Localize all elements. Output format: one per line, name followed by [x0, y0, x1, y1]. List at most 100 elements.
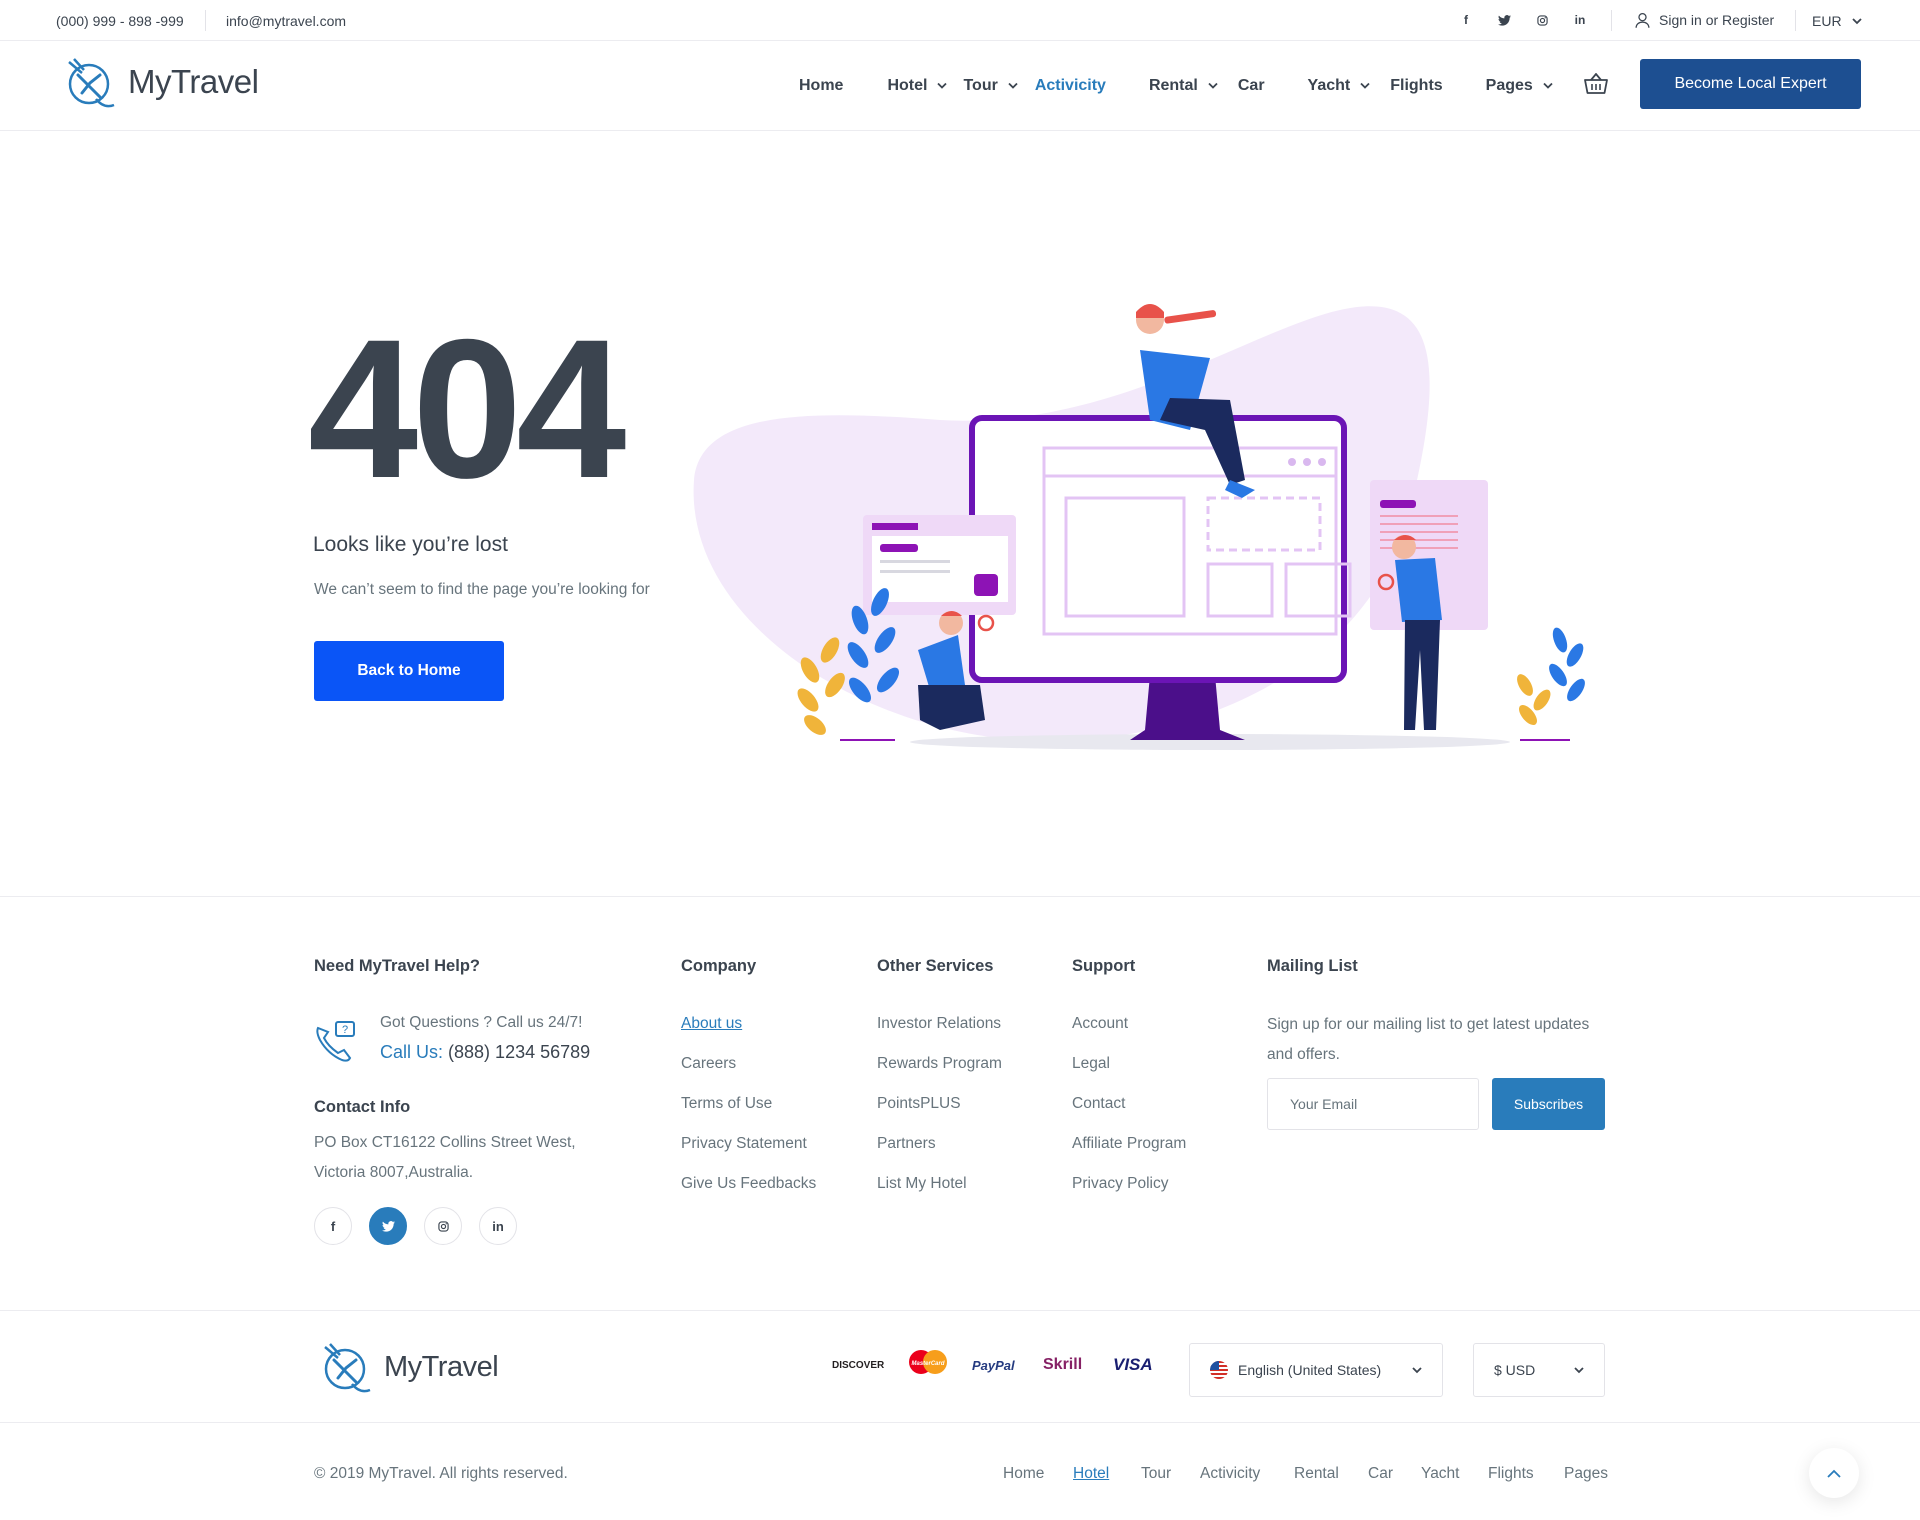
scroll-to-top-button[interactable] — [1809, 1448, 1859, 1498]
logo[interactable]: MyTravel — [60, 53, 259, 111]
topbar-socials: f in — [1458, 11, 1588, 29]
bottom-nav-flights[interactable]: Flights — [1488, 1465, 1534, 1483]
bottom-nav-activicity[interactable]: Activicity — [1200, 1465, 1260, 1483]
email-field[interactable] — [1267, 1078, 1479, 1130]
other-services-title: Other Services — [877, 957, 994, 975]
linkedin-icon[interactable]: in — [479, 1207, 517, 1245]
contact-info-title: Contact Info — [314, 1098, 411, 1116]
bottom-nav-yacht[interactable]: Yacht — [1421, 1465, 1460, 1483]
nav-hotel[interactable]: Hotel — [887, 77, 948, 95]
back-to-home-button[interactable]: Back to Home — [314, 641, 504, 701]
instagram-icon[interactable] — [424, 1207, 462, 1245]
subscribe-button[interactable]: Subscribes — [1492, 1078, 1605, 1130]
link-pointsplus[interactable]: PointsPLUS — [877, 1094, 1002, 1134]
help-call[interactable]: Call Us: (888) 1234 56789 — [380, 1042, 590, 1063]
main-nav: Home Hotel Tour Activicity Rental Car Ya… — [799, 77, 1553, 95]
link-rewards-program[interactable]: Rewards Program — [877, 1054, 1002, 1094]
bottom-nav-hotel[interactable]: Hotel — [1073, 1465, 1109, 1483]
bottom-nav-pages[interactable]: Pages — [1564, 1465, 1608, 1483]
language-label: English (United States) — [1238, 1362, 1382, 1378]
nav-activicity[interactable]: Activicity — [1035, 77, 1106, 95]
discover-logo: DISCOVER — [832, 1360, 885, 1371]
bottom-nav-home[interactable]: Home — [1003, 1465, 1044, 1483]
link-contact[interactable]: Contact — [1072, 1094, 1186, 1134]
help-title: Need MyTravel Help? — [314, 957, 480, 975]
nav-tour[interactable]: Tour — [963, 77, 1018, 95]
mailing-text: Sign up for our mailing list to get late… — [1267, 1016, 1590, 1063]
visa-logo: VISA — [1113, 1355, 1153, 1374]
twitter-icon[interactable] — [1496, 11, 1512, 29]
become-local-expert-button[interactable]: Become Local Expert — [1640, 59, 1861, 109]
chevron-down-icon — [937, 82, 948, 89]
svg-text:?: ? — [342, 1024, 348, 1036]
nav-pages[interactable]: Pages — [1486, 77, 1553, 95]
currency-label: EUR — [1812, 13, 1842, 29]
link-investor-relations[interactable]: Investor Relations — [877, 1014, 1002, 1054]
company-links: About us Careers Terms of Use Privacy St… — [681, 1014, 816, 1214]
paypal-logo: PayPal — [972, 1358, 1015, 1373]
link-terms-of-use[interactable]: Terms of Use — [681, 1094, 816, 1134]
copyright: © 2019 MyTravel. All rights reserved. — [314, 1465, 568, 1482]
link-partners[interactable]: Partners — [877, 1134, 1002, 1174]
link-privacy-policy[interactable]: Privacy Policy — [1072, 1174, 1186, 1214]
nav-home[interactable]: Home — [799, 77, 843, 95]
facebook-icon[interactable]: f — [1458, 11, 1474, 29]
currency-select[interactable]: $ USD — [1473, 1343, 1605, 1397]
nav-rental[interactable]: Rental — [1149, 77, 1218, 95]
signin-link[interactable]: Sign in or Register — [1634, 11, 1774, 29]
nav-label: Hotel — [887, 77, 928, 94]
link-legal[interactable]: Legal — [1072, 1054, 1186, 1094]
nav-yacht[interactable]: Yacht — [1308, 77, 1371, 95]
mastercard-label: MasterCard — [911, 1361, 944, 1367]
chevron-down-icon — [1360, 82, 1370, 89]
bottom-nav-car[interactable]: Car — [1368, 1465, 1393, 1483]
chevron-down-icon — [1543, 82, 1553, 89]
linkedin-icon[interactable]: in — [1572, 11, 1588, 29]
link-privacy-statement[interactable]: Privacy Statement — [681, 1134, 816, 1174]
instagram-icon[interactable] — [1534, 11, 1550, 29]
phone-help-icon: ? — [316, 1021, 355, 1062]
contact-address: PO Box CT16122 Collins Street West, Vict… — [314, 1134, 576, 1181]
link-account[interactable]: Account — [1072, 1014, 1186, 1054]
bottom-nav-rental[interactable]: Rental — [1294, 1465, 1339, 1483]
facebook-icon[interactable]: f — [314, 1207, 352, 1245]
chevron-down-icon — [1208, 82, 1218, 89]
nav-label: Tour — [963, 77, 998, 94]
call-label: Call Us: — [380, 1042, 444, 1062]
footer-bar: MyTravel DISCOVER MasterCard PayPal Skri… — [0, 1310, 1920, 1423]
currency-dropdown[interactable]: EUR — [1812, 13, 1862, 29]
divider — [1795, 10, 1796, 31]
currency-select-label: $ USD — [1494, 1362, 1536, 1378]
nav-car[interactable]: Car — [1238, 77, 1265, 95]
nav-label: Rental — [1148, 77, 1198, 94]
link-affiliate-program[interactable]: Affiliate Program — [1072, 1134, 1186, 1174]
main-header: MyTravel Home Hotel Tour Activicity Rent… — [0, 41, 1920, 131]
twitter-icon[interactable] — [369, 1207, 407, 1245]
topbar-email[interactable]: info@mytravel.com — [226, 13, 346, 29]
topbar-phone[interactable]: (000) 999 - 898 -999 — [56, 13, 184, 29]
error-code: 404 — [308, 298, 626, 519]
footer-logo[interactable]: MyTravel — [316, 1338, 499, 1396]
top-bar: (000) 999 - 898 -999 info@mytravel.com f… — [0, 0, 1920, 41]
nav-flights[interactable]: Flights — [1390, 77, 1442, 95]
chevron-up-icon — [1827, 1469, 1841, 1478]
lost-illustration — [693, 304, 1585, 750]
footer-brand-name: MyTravel — [384, 1350, 499, 1383]
bottom-nav-tour[interactable]: Tour — [1141, 1465, 1171, 1483]
link-list-my-hotel[interactable]: List My Hotel — [877, 1174, 1002, 1214]
services-links: Investor Relations Rewards Program Point… — [877, 1014, 1002, 1214]
cart-icon[interactable] — [1584, 72, 1608, 100]
mailing-list-title: Mailing List — [1267, 957, 1358, 975]
link-careers[interactable]: Careers — [681, 1054, 816, 1094]
chevron-down-icon — [1574, 1366, 1584, 1373]
link-feedbacks[interactable]: Give Us Feedbacks — [681, 1174, 816, 1214]
nav-label: Activicity — [1034, 77, 1106, 94]
skrill-logo: Skrill — [1043, 1356, 1083, 1373]
nav-label: Yacht — [1307, 77, 1351, 94]
link-about-us[interactable]: About us — [681, 1014, 816, 1054]
help-question: Got Questions ? Call us 24/7! — [380, 1014, 583, 1031]
mastercard-logo: MasterCard — [907, 1349, 949, 1379]
language-select[interactable]: English (United States) — [1189, 1343, 1443, 1397]
call-number: (888) 1234 56789 — [448, 1042, 591, 1062]
support-links: Account Legal Contact Affiliate Program … — [1072, 1014, 1186, 1214]
